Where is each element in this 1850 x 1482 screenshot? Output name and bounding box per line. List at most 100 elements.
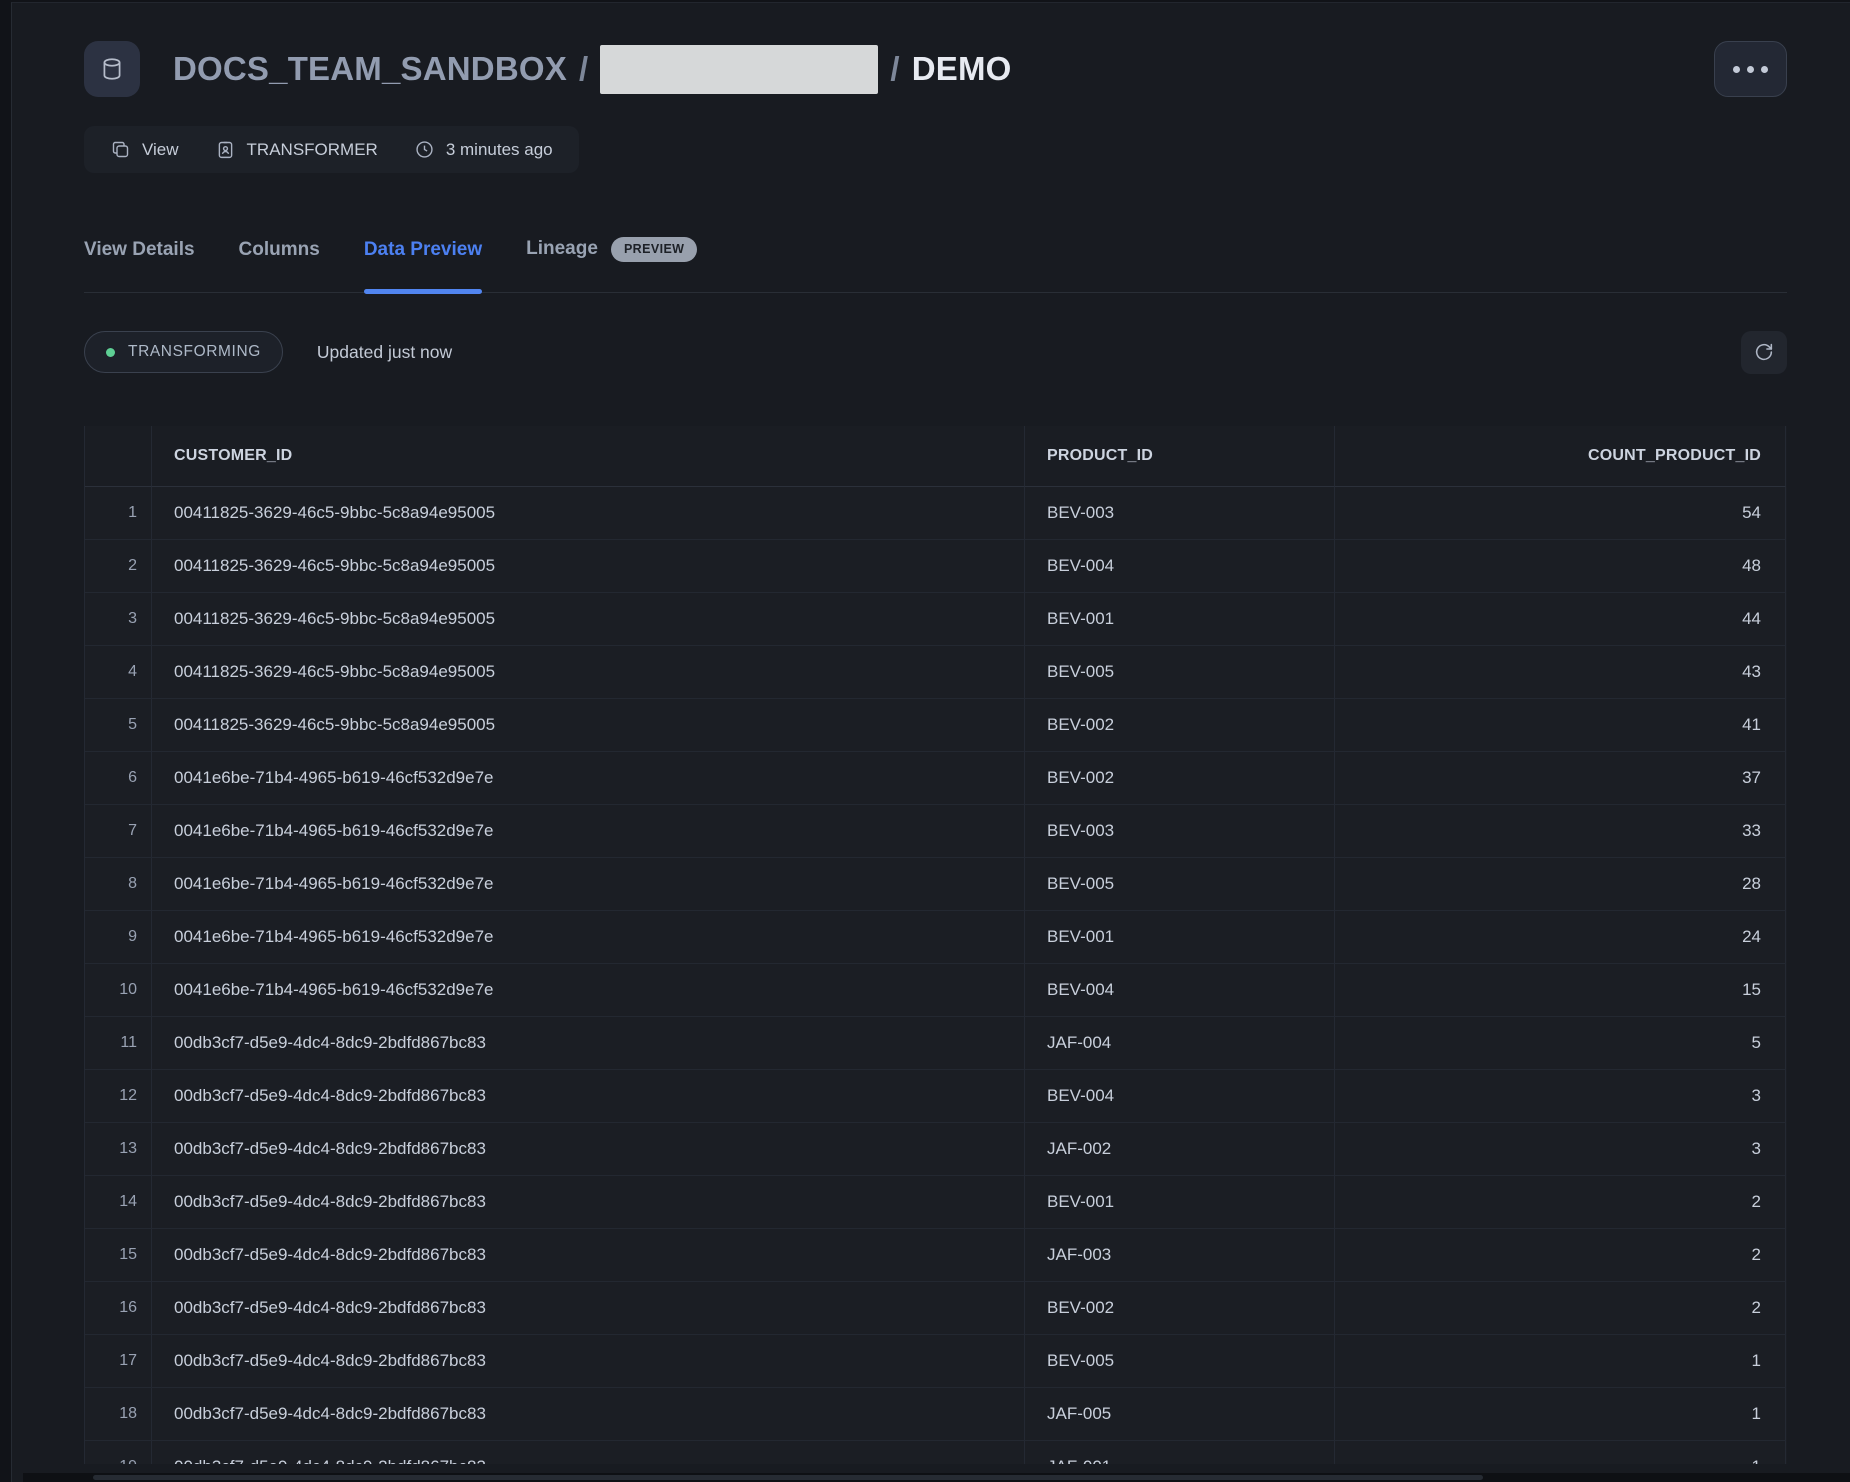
object-type-badge: View [110,139,179,160]
customer-id-cell: 00db3cf7-d5e9-4dc4-8dc9-2bdfd867bc83 [152,1335,1025,1388]
table-row: 4 00411825-3629-46c5-9bbc-5c8a94e95005 B… [85,646,1787,699]
count-cell: 2 [1335,1282,1786,1335]
refresh-icon [1753,341,1775,363]
customer-id-cell: 00db3cf7-d5e9-4dc4-8dc9-2bdfd867bc83 [152,1017,1025,1070]
refresh-button[interactable] [1741,331,1787,374]
row-number-cell: 2 [85,540,152,593]
product-id-cell: BEV-003 [1025,805,1335,858]
table-body: 1 00411825-3629-46c5-9bbc-5c8a94e95005 B… [85,487,1787,1464]
product-id-cell: BEV-002 [1025,1282,1335,1335]
last-updated-label: 3 minutes ago [446,140,553,160]
count-cell: 33 [1335,805,1786,858]
database-icon [99,56,125,82]
tab-data-preview[interactable]: Data Preview [364,238,482,292]
table-row: 3 00411825-3629-46c5-9bbc-5c8a94e95005 B… [85,593,1787,646]
row-number-cell: 8 [85,858,152,911]
count-cell: 1 [1335,1335,1786,1388]
row-number-cell: 5 [85,699,152,752]
table-row: 7 0041e6be-71b4-4965-b619-46cf532d9e7e B… [85,805,1787,858]
customer-id-cell: 00411825-3629-46c5-9bbc-5c8a94e95005 [152,646,1025,699]
count-cell: 54 [1335,487,1786,540]
customer-id-cell: 0041e6be-71b4-4965-b619-46cf532d9e7e [152,911,1025,964]
count-cell: 37 [1335,752,1786,805]
customer-id-cell: 0041e6be-71b4-4965-b619-46cf532d9e7e [152,858,1025,911]
product-id-cell: BEV-003 [1025,487,1335,540]
tab-badge: PREVIEW [611,237,697,262]
tab-lineage[interactable]: Lineage PREVIEW [526,237,697,292]
table-row: 6 0041e6be-71b4-4965-b619-46cf532d9e7e B… [85,752,1787,805]
row-number-header [85,426,152,487]
owner-role-label: TRANSFORMER [247,140,378,160]
count-cell: 48 [1335,540,1786,593]
tab-label: Data Preview [364,238,482,262]
count-cell: 1 [1335,1388,1786,1441]
last-updated-badge: 3 minutes ago [414,139,553,160]
product-id-cell: JAF-001 [1025,1441,1335,1464]
count-cell: 2 [1335,1229,1786,1282]
clock-icon [414,139,435,160]
row-number-cell: 13 [85,1123,152,1176]
product-id-cell: JAF-002 [1025,1123,1335,1176]
breadcrumb-database: DOCS_TEAM_SANDBOX [173,50,567,88]
breadcrumb-schema-redacted [600,45,878,94]
row-number-cell: 15 [85,1229,152,1282]
customer-id-cell: 00411825-3629-46c5-9bbc-5c8a94e95005 [152,540,1025,593]
ellipsis-icon [1761,66,1768,73]
table-row: 12 00db3cf7-d5e9-4dc4-8dc9-2bdfd867bc83 … [85,1070,1787,1123]
product-id-cell: BEV-002 [1025,699,1335,752]
row-number-cell: 18 [85,1388,152,1441]
id-badge-icon [215,139,236,160]
ellipsis-icon [1733,66,1740,73]
tab-view-details[interactable]: View Details [84,238,195,292]
count-cell: 28 [1335,858,1786,911]
tab-label: View Details [84,238,195,262]
status-row: TRANSFORMING Updated just now [84,331,1787,374]
row-number-cell: 14 [85,1176,152,1229]
customer-id-cell: 00411825-3629-46c5-9bbc-5c8a94e95005 [152,699,1025,752]
table-header-row: CUSTOMER_ID PRODUCT_ID COUNT_PRODUCT_ID [85,426,1787,487]
customer-id-cell: 00db3cf7-d5e9-4dc4-8dc9-2bdfd867bc83 [152,1123,1025,1176]
product-id-cell: BEV-005 [1025,1335,1335,1388]
product-id-cell: BEV-001 [1025,911,1335,964]
status-label: TRANSFORMING [128,343,261,361]
horizontal-scrollbar[interactable] [23,1473,1850,1482]
column-header-product-id: PRODUCT_ID [1025,426,1335,487]
count-cell: 1 [1335,1441,1786,1464]
ellipsis-icon [1747,66,1754,73]
header-left: DOCS_TEAM_SANDBOX / / DEMO [84,41,1012,97]
product-id-cell: BEV-004 [1025,1070,1335,1123]
customer-id-cell: 00db3cf7-d5e9-4dc4-8dc9-2bdfd867bc83 [152,1388,1025,1441]
more-actions-button[interactable] [1714,41,1787,97]
tab-columns[interactable]: Columns [239,238,320,292]
table-row: 2 00411825-3629-46c5-9bbc-5c8a94e95005 B… [85,540,1787,593]
product-id-cell: BEV-001 [1025,593,1335,646]
breadcrumb-object: DEMO [912,50,1012,88]
scrollbar-thumb[interactable] [93,1475,1483,1480]
count-cell: 41 [1335,699,1786,752]
status-badge: TRANSFORMING [84,331,283,373]
table-row: 10 0041e6be-71b4-4965-b619-46cf532d9e7e … [85,964,1787,1017]
count-cell: 43 [1335,646,1786,699]
page-title: DOCS_TEAM_SANDBOX / / DEMO [173,45,1012,94]
product-id-cell: JAF-003 [1025,1229,1335,1282]
row-number-cell: 7 [85,805,152,858]
table-row: 1 00411825-3629-46c5-9bbc-5c8a94e95005 B… [85,487,1787,540]
table-row: 19 00db3cf7-d5e9-4dc4-8dc9-2bdfd867bc83 … [85,1441,1787,1464]
table-row: 14 00db3cf7-d5e9-4dc4-8dc9-2bdfd867bc83 … [85,1176,1787,1229]
header: DOCS_TEAM_SANDBOX / / DEMO [84,41,1787,97]
product-id-cell: BEV-004 [1025,540,1335,593]
customer-id-cell: 00db3cf7-d5e9-4dc4-8dc9-2bdfd867bc83 [152,1070,1025,1123]
table-row: 18 00db3cf7-d5e9-4dc4-8dc9-2bdfd867bc83 … [85,1388,1787,1441]
data-preview-table[interactable]: CUSTOMER_ID PRODUCT_ID COUNT_PRODUCT_ID … [84,426,1787,1464]
customer-id-cell: 00411825-3629-46c5-9bbc-5c8a94e95005 [152,487,1025,540]
count-cell: 5 [1335,1017,1786,1070]
owner-role-badge: TRANSFORMER [215,139,378,160]
table-row: 17 00db3cf7-d5e9-4dc4-8dc9-2bdfd867bc83 … [85,1335,1787,1388]
count-cell: 24 [1335,911,1786,964]
customer-id-cell: 00411825-3629-46c5-9bbc-5c8a94e95005 [152,593,1025,646]
row-number-cell: 19 [85,1441,152,1464]
row-number-cell: 9 [85,911,152,964]
count-cell: 15 [1335,964,1786,1017]
table-row: 8 0041e6be-71b4-4965-b619-46cf532d9e7e B… [85,858,1787,911]
customer-id-cell: 0041e6be-71b4-4965-b619-46cf532d9e7e [152,752,1025,805]
